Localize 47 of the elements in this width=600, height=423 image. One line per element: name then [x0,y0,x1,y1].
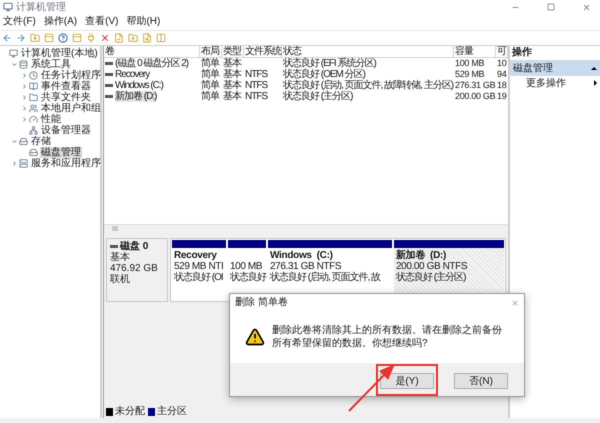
disk-name: 磁盘 0 [120,241,148,252]
table-cell: 基本 [223,80,241,91]
partition-size: 276.31 GB NTFS [270,261,342,272]
table-cell: NTFS [245,91,268,102]
table-cell: 100 MB [455,58,484,69]
disk-type: 基本 [110,252,131,263]
window-title: 计算机管理 [16,2,66,12]
table-cell: 基本 [223,69,241,80]
table-cell: 简单 [201,80,219,91]
partition-status: 状态良好 [230,272,264,283]
table-cell: Windows (C:) [115,80,164,91]
table-cell: 状态良好 (EFI 系统分区) [283,58,376,69]
partition-size: 200.00 GB NTFS [396,261,468,272]
table-cell: 状态良好 (启动, 页面文件, 故障转储, 主分区) [283,80,454,91]
legend-label: 未分配 [115,406,145,417]
table-cell: 简单 [201,58,219,69]
table-cell: 276.31 GB [455,80,496,91]
table-cell: (磁盘 0 磁盘分区 2) [115,58,188,69]
dialog-message: 删除此卷将清除其上的所有数据。请在删除之前备份所有希望保留的数据。你想继续吗? [272,324,503,350]
table-cell: 200.00 GB [455,91,496,102]
partition-status: 状态良好 (主分区) [396,272,467,283]
table-cell: 基本 [223,58,241,69]
partition-name: Windows (C:) [270,250,334,261]
table-cell: 94 [497,69,506,80]
table-cell: 19 [497,91,506,102]
table-cell: 基本 [223,91,241,102]
table-cell: 简单 [201,91,219,102]
partition-status: 状态良好 (OI [174,272,224,283]
disk-size: 476.92 GB [110,263,159,274]
table-cell: 10 [497,58,506,69]
table-cell: 简单 [201,69,219,80]
table-cell: 状态良好 (主分区) [283,91,352,102]
table-cell: NTFS [245,69,268,80]
legend-label: 主分区 [157,406,187,417]
table-cell: NTFS [245,80,268,91]
partition-status: 状态良好 (启动, 页面文件, 故 [270,272,382,283]
partition-size: 100 MB [230,261,264,272]
table-cell: 529 MB [455,69,484,80]
disk-status: 联机 [110,274,131,285]
partition-name: 新加卷 (D:) [396,250,448,261]
table-cell: 状态良好 (OEM 分区) [283,69,365,80]
partition-size: 529 MB NTI [174,261,224,272]
table-cell: 18 [497,80,506,91]
table-cell: Recovery [115,69,150,80]
dialog-title: 删除 简单卷 [235,297,288,308]
partition-name: Recovery [174,250,218,261]
table-cell: 新加卷 (D:) [115,91,156,102]
